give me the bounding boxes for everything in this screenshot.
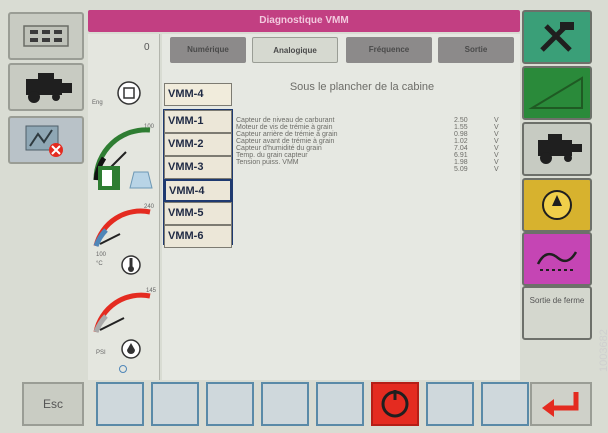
pressure-gauge	[93, 292, 151, 333]
exit-field-label: Sortie de ferme	[529, 296, 585, 305]
vmm-option[interactable]: VMM-1	[164, 110, 232, 133]
vmm-option[interactable]: VMM-2	[164, 133, 232, 156]
reading-label: Capteur avant de trémie à grain	[236, 138, 335, 145]
esc-button[interactable]: Esc	[22, 382, 84, 426]
thermometer-icon	[121, 255, 141, 275]
diagnostics-nav-button[interactable]	[8, 116, 84, 164]
reading-unit: V	[494, 124, 499, 131]
softkey-1[interactable]	[96, 382, 144, 426]
grain-tank-icon	[129, 171, 153, 189]
combine-nav-button[interactable]	[8, 63, 84, 111]
diagnostics-icon	[25, 125, 63, 157]
softkey-8[interactable]	[481, 382, 529, 426]
tab-numerique[interactable]: Numérique	[170, 37, 246, 63]
tab-frequence[interactable]: Fréquence	[346, 37, 432, 63]
monitor-screen: Diagnostique VMM 0 Eng 100 240 100 °C 14…	[0, 0, 608, 433]
enter-button[interactable]	[530, 382, 592, 426]
temp-unit: °C	[96, 261, 103, 267]
reading-unit: V	[494, 131, 499, 138]
engine-label: Eng	[92, 100, 103, 106]
oil-pressure-icon	[121, 339, 141, 359]
reading-value: 0.98	[454, 131, 468, 138]
wrench-hammer-icon	[540, 22, 574, 52]
vmm-option[interactable]: VMM-6	[164, 225, 232, 248]
reading-value: 1.55	[454, 124, 468, 131]
field-icon	[528, 76, 583, 109]
reading-unit: V	[494, 159, 499, 166]
softkey-4[interactable]	[261, 382, 309, 426]
tab-sortie[interactable]: Sortie	[438, 37, 514, 63]
combine-icon	[538, 134, 582, 164]
stop-icon	[381, 390, 409, 418]
section-heading: Sous le plancher de la cabine	[289, 81, 435, 93]
reading-label: Capteur de niveau de carburant	[236, 117, 335, 124]
vmm-selected[interactable]: VMM-4	[164, 83, 232, 106]
reading-unit: V	[494, 166, 499, 173]
reading-value: 1.98	[454, 159, 468, 166]
reading-label: Capteur arrière de trémie à grain	[236, 131, 338, 138]
reading-unit: V	[494, 117, 499, 124]
softkey-2[interactable]	[151, 382, 199, 426]
header-icon	[536, 251, 578, 271]
machine-nav-button[interactable]	[522, 122, 592, 176]
engine-icon	[117, 81, 141, 105]
esc-label: Esc	[42, 397, 63, 411]
temperature-gauge	[93, 208, 151, 247]
figure-id: 1003682	[598, 329, 608, 372]
tools-nav-button[interactable]	[522, 10, 592, 64]
settings-nav-button[interactable]	[8, 12, 84, 60]
softkey-7[interactable]	[426, 382, 474, 426]
title-bar: Diagnostique VMM	[88, 10, 520, 32]
pressure-unit: PSI	[96, 350, 106, 356]
header-nav-button[interactable]	[522, 232, 592, 286]
reading-value: 7.04	[454, 145, 468, 152]
stop-softkey[interactable]	[371, 382, 419, 426]
reading-unit: V	[494, 138, 499, 145]
fuel-pump-icon	[98, 166, 120, 190]
sliders-icon	[23, 25, 69, 47]
reading-value: 1.02	[454, 138, 468, 145]
reading-label: Moteur de vis de trémie à grain	[236, 124, 333, 131]
vmm-option-selected[interactable]: VMM-4	[164, 179, 232, 202]
softkey-3[interactable]	[206, 382, 254, 426]
engine-nav-button[interactable]	[522, 178, 592, 232]
reading-value: 5.09	[454, 166, 468, 173]
reading-unit: V	[494, 152, 499, 159]
combine-icon	[26, 73, 72, 103]
enter-arrow-icon	[542, 392, 579, 417]
reading-unit: V	[494, 145, 499, 152]
vmm-option[interactable]: VMM-3	[164, 156, 232, 179]
reading-label: Temp. du grain capteur	[236, 152, 308, 159]
exit-field-button[interactable]: Sortie de ferme	[522, 286, 592, 340]
reading-label: Tension puiss. VMM	[236, 159, 299, 166]
field-nav-button[interactable]	[522, 66, 592, 120]
temp-small-value: 100	[96, 252, 107, 258]
softkey-5[interactable]	[316, 382, 364, 426]
count-value: 0	[144, 42, 150, 53]
status-icon	[119, 365, 127, 373]
reading-value: 2.50	[454, 117, 468, 124]
tab-analogique[interactable]: Analogique	[252, 37, 338, 63]
reading-label: Capteur d'humidité du grain	[236, 145, 322, 152]
vmm-option[interactable]: VMM-5	[164, 202, 232, 225]
reading-value: 6.91	[454, 152, 468, 159]
engine-gauge-icon	[542, 190, 572, 220]
page-title: Diagnostique VMM	[259, 15, 349, 26]
gauges-panel: 0 Eng 100 240 100 °C 145 PSI	[88, 34, 160, 380]
